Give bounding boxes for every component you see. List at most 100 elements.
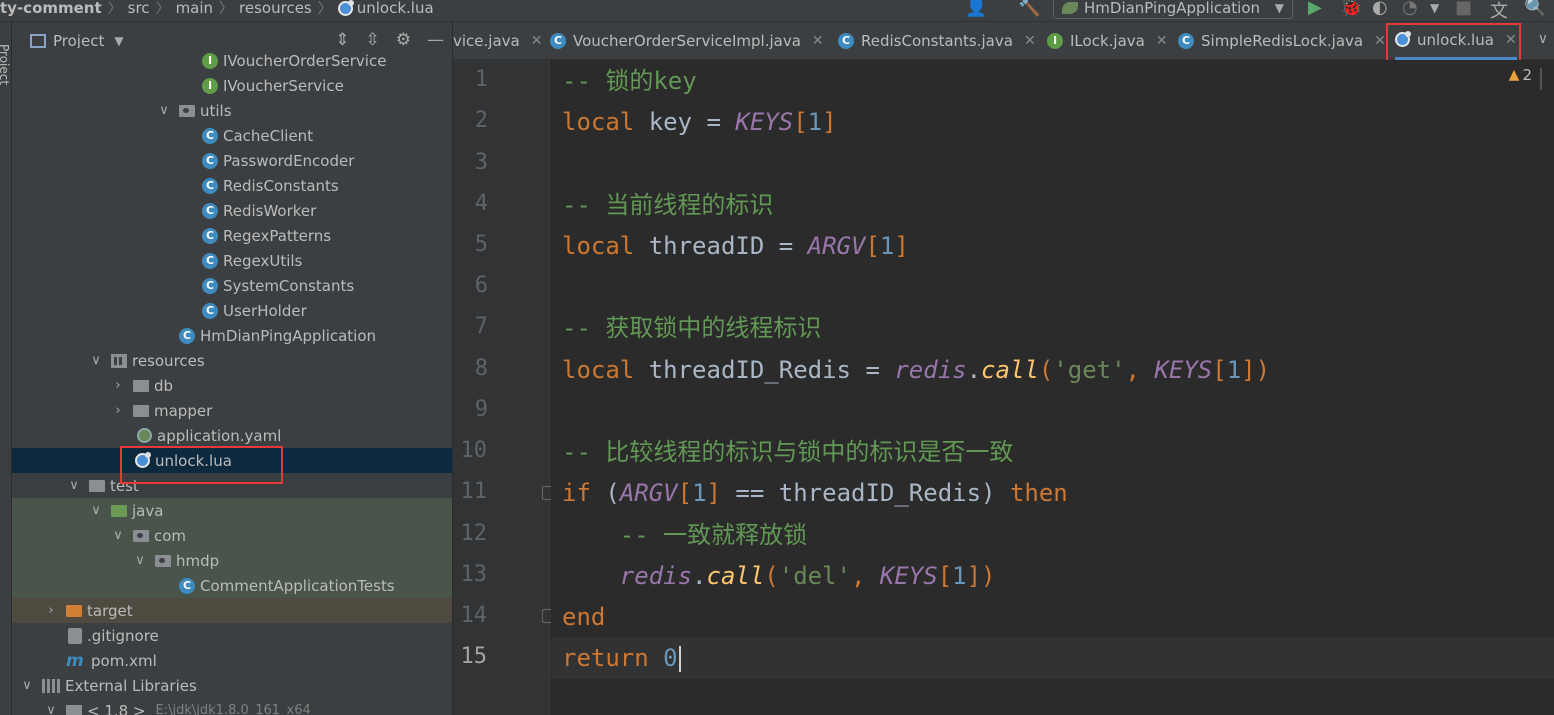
build-hammer-icon[interactable]: 🔨: [1018, 0, 1040, 18]
folder-icon: [89, 479, 105, 492]
close-icon[interactable]: ✕: [1156, 33, 1168, 49]
tree-item[interactable]: .gitignore: [12, 623, 452, 648]
hide-icon[interactable]: —: [427, 30, 444, 50]
inspection-widget[interactable]: ▲ 2: [1509, 66, 1532, 84]
stop-icon[interactable]: ■: [1455, 0, 1472, 18]
tree-item[interactable]: C UserHolder: [12, 298, 452, 323]
chevron-down-icon[interactable]: ▼: [114, 34, 123, 48]
chevron-right-icon[interactable]: ›: [44, 603, 58, 618]
tree-item-label: CommentApplicationTests: [200, 576, 395, 595]
close-icon[interactable]: ✕: [812, 33, 824, 49]
code-token: KEYS: [879, 562, 938, 590]
chevron-down-icon[interactable]: ∨: [67, 478, 81, 493]
profile-icon[interactable]: ◔: [1402, 0, 1418, 18]
tree-item-label: java: [132, 501, 164, 520]
tree-item[interactable]: ∨ test: [12, 473, 452, 498]
tree-item[interactable]: C SystemConstants: [12, 273, 452, 298]
tree-item[interactable]: C RedisWorker: [12, 198, 452, 223]
close-icon[interactable]: ✕: [1505, 32, 1517, 48]
close-icon[interactable]: ✕: [531, 33, 543, 49]
chevron-right-icon[interactable]: ›: [111, 378, 125, 393]
breadcrumb-item-src[interactable]: src: [122, 0, 156, 17]
code-token: 0: [663, 644, 678, 672]
chevron-right-icon[interactable]: ›: [111, 403, 125, 418]
chevron-down-icon[interactable]: ∨: [89, 503, 103, 518]
sdk-icon: [66, 704, 82, 715]
tree-item[interactable]: › mapper: [12, 398, 452, 423]
tree-item[interactable]: m pom.xml: [12, 648, 452, 673]
breadcrumb-item-file[interactable]: unlock.lua: [332, 0, 440, 17]
chevron-down-icon[interactable]: ∨: [133, 553, 147, 568]
tree-item[interactable]: ∨ com: [12, 523, 452, 548]
tree-item[interactable]: C RegexUtils: [12, 248, 452, 273]
class-icon: C: [838, 33, 854, 49]
tree-item[interactable]: C CacheClient: [12, 123, 452, 148]
code-token: 1: [952, 562, 967, 590]
code-token: local: [562, 232, 649, 260]
tree-item[interactable]: ∨ < 1.8 > E:\jdk\jdk1.8.0_161_x64: [12, 698, 452, 715]
tree-item[interactable]: ∨ resources: [12, 348, 452, 373]
chevron-down-icon[interactable]: ∨: [44, 703, 58, 715]
debug-icon[interactable]: 🐞: [1340, 0, 1362, 18]
chevron-down-icon[interactable]: ∨: [20, 678, 34, 693]
tree-item[interactable]: ∨ utils: [12, 98, 452, 123]
tree-item[interactable]: C RedisConstants: [12, 173, 452, 198]
more-run-chevron-icon[interactable]: ▼: [1430, 1, 1439, 15]
tab-vice-java[interactable]: vice.java ✕: [453, 22, 542, 60]
code-token: if: [562, 479, 606, 507]
tree-item[interactable]: C PasswordEncoder: [12, 148, 452, 173]
tree-item[interactable]: C CommentApplicationTests: [12, 573, 452, 598]
code-editor[interactable]: -- 锁的key local key = KEYS[1] -- 当前线程的标识 loc…: [551, 60, 1554, 715]
breadcrumb-separator-icon: 〉: [219, 1, 234, 17]
breadcrumb-item-main[interactable]: main: [170, 0, 219, 17]
search-icon[interactable]: 🔍: [1524, 0, 1546, 18]
tab-ilock[interactable]: I ILock.java ✕: [1047, 22, 1168, 60]
breadcrumb-separator-icon: 〉: [155, 1, 170, 17]
tree-item[interactable]: ∨ hmdp: [12, 548, 452, 573]
user-icon[interactable]: 👤: [965, 0, 987, 18]
breadcrumb-item-project[interactable]: ty-comment: [0, 0, 108, 17]
tree-item[interactable]: ∨ java: [12, 498, 452, 523]
code-line: -- 获取锁中的线程标识: [562, 313, 821, 343]
chevron-down-icon[interactable]: ∨: [89, 353, 103, 368]
chevron-down-icon[interactable]: ∨: [157, 103, 171, 118]
collapse-all-icon[interactable]: ⇳: [366, 30, 380, 50]
tree-item[interactable]: C RegexPatterns: [12, 223, 452, 248]
tab-voucher-order-service-impl[interactable]: C VoucherOrderServiceImpl.java ✕: [550, 22, 824, 60]
close-icon[interactable]: ✕: [1374, 33, 1386, 49]
code-line: local threadID = ARGV[1]: [562, 231, 909, 261]
tab-redis-constants[interactable]: C RedisConstants.java ✕: [838, 22, 1036, 60]
tree-item-label: utils: [200, 101, 232, 120]
tree-item[interactable]: I IVoucherService: [12, 73, 452, 98]
tabs-overflow-chevron-icon[interactable]: ∨: [1538, 31, 1548, 47]
tree-item[interactable]: › target: [12, 598, 452, 623]
code-token: KEYS: [735, 108, 794, 136]
tree-item[interactable]: C HmDianPingApplication: [12, 323, 452, 348]
code-line: -- 比较线程的标识与锁中的标识是否一致: [562, 437, 1013, 467]
tree-item[interactable]: I IVoucherOrderService: [12, 48, 452, 73]
run-configuration-select[interactable]: HmDianPingApplication ▼: [1053, 0, 1293, 19]
close-icon[interactable]: ✕: [1024, 33, 1036, 49]
gear-icon[interactable]: ⚙: [396, 30, 411, 50]
run-icon[interactable]: ▶: [1308, 0, 1322, 18]
chevron-down-icon[interactable]: ∨: [111, 528, 125, 543]
breadcrumb-item-resources[interactable]: resources: [233, 0, 318, 17]
line-number: 8: [474, 356, 488, 381]
tab-unlock-lua[interactable]: unlock.lua ✕: [1395, 22, 1517, 60]
tree-item[interactable]: application.yaml: [12, 423, 452, 448]
tree-item[interactable]: › db: [12, 373, 452, 398]
class-icon: C: [202, 177, 218, 194]
tree-item[interactable]: ∨ External Libraries: [12, 673, 452, 698]
tab-simple-redis-lock[interactable]: C SimpleRedisLock.java ✕: [1178, 22, 1386, 60]
tree-item-selected[interactable]: unlock.lua: [12, 448, 452, 473]
coverage-icon[interactable]: ◐: [1372, 0, 1388, 18]
folder-icon: [133, 404, 149, 417]
project-tool-window-strip[interactable]: Project: [0, 22, 12, 715]
line-number: 7: [474, 314, 488, 339]
translate-icon[interactable]: 文: [1490, 0, 1508, 23]
editor-scrollbar[interactable]: [1540, 68, 1554, 90]
code-token: -- 当前线程的标识: [562, 191, 774, 219]
code-token: ]): [1241, 356, 1271, 384]
code-line: return 0: [562, 643, 681, 673]
expand-all-icon[interactable]: ⇕: [335, 30, 349, 50]
